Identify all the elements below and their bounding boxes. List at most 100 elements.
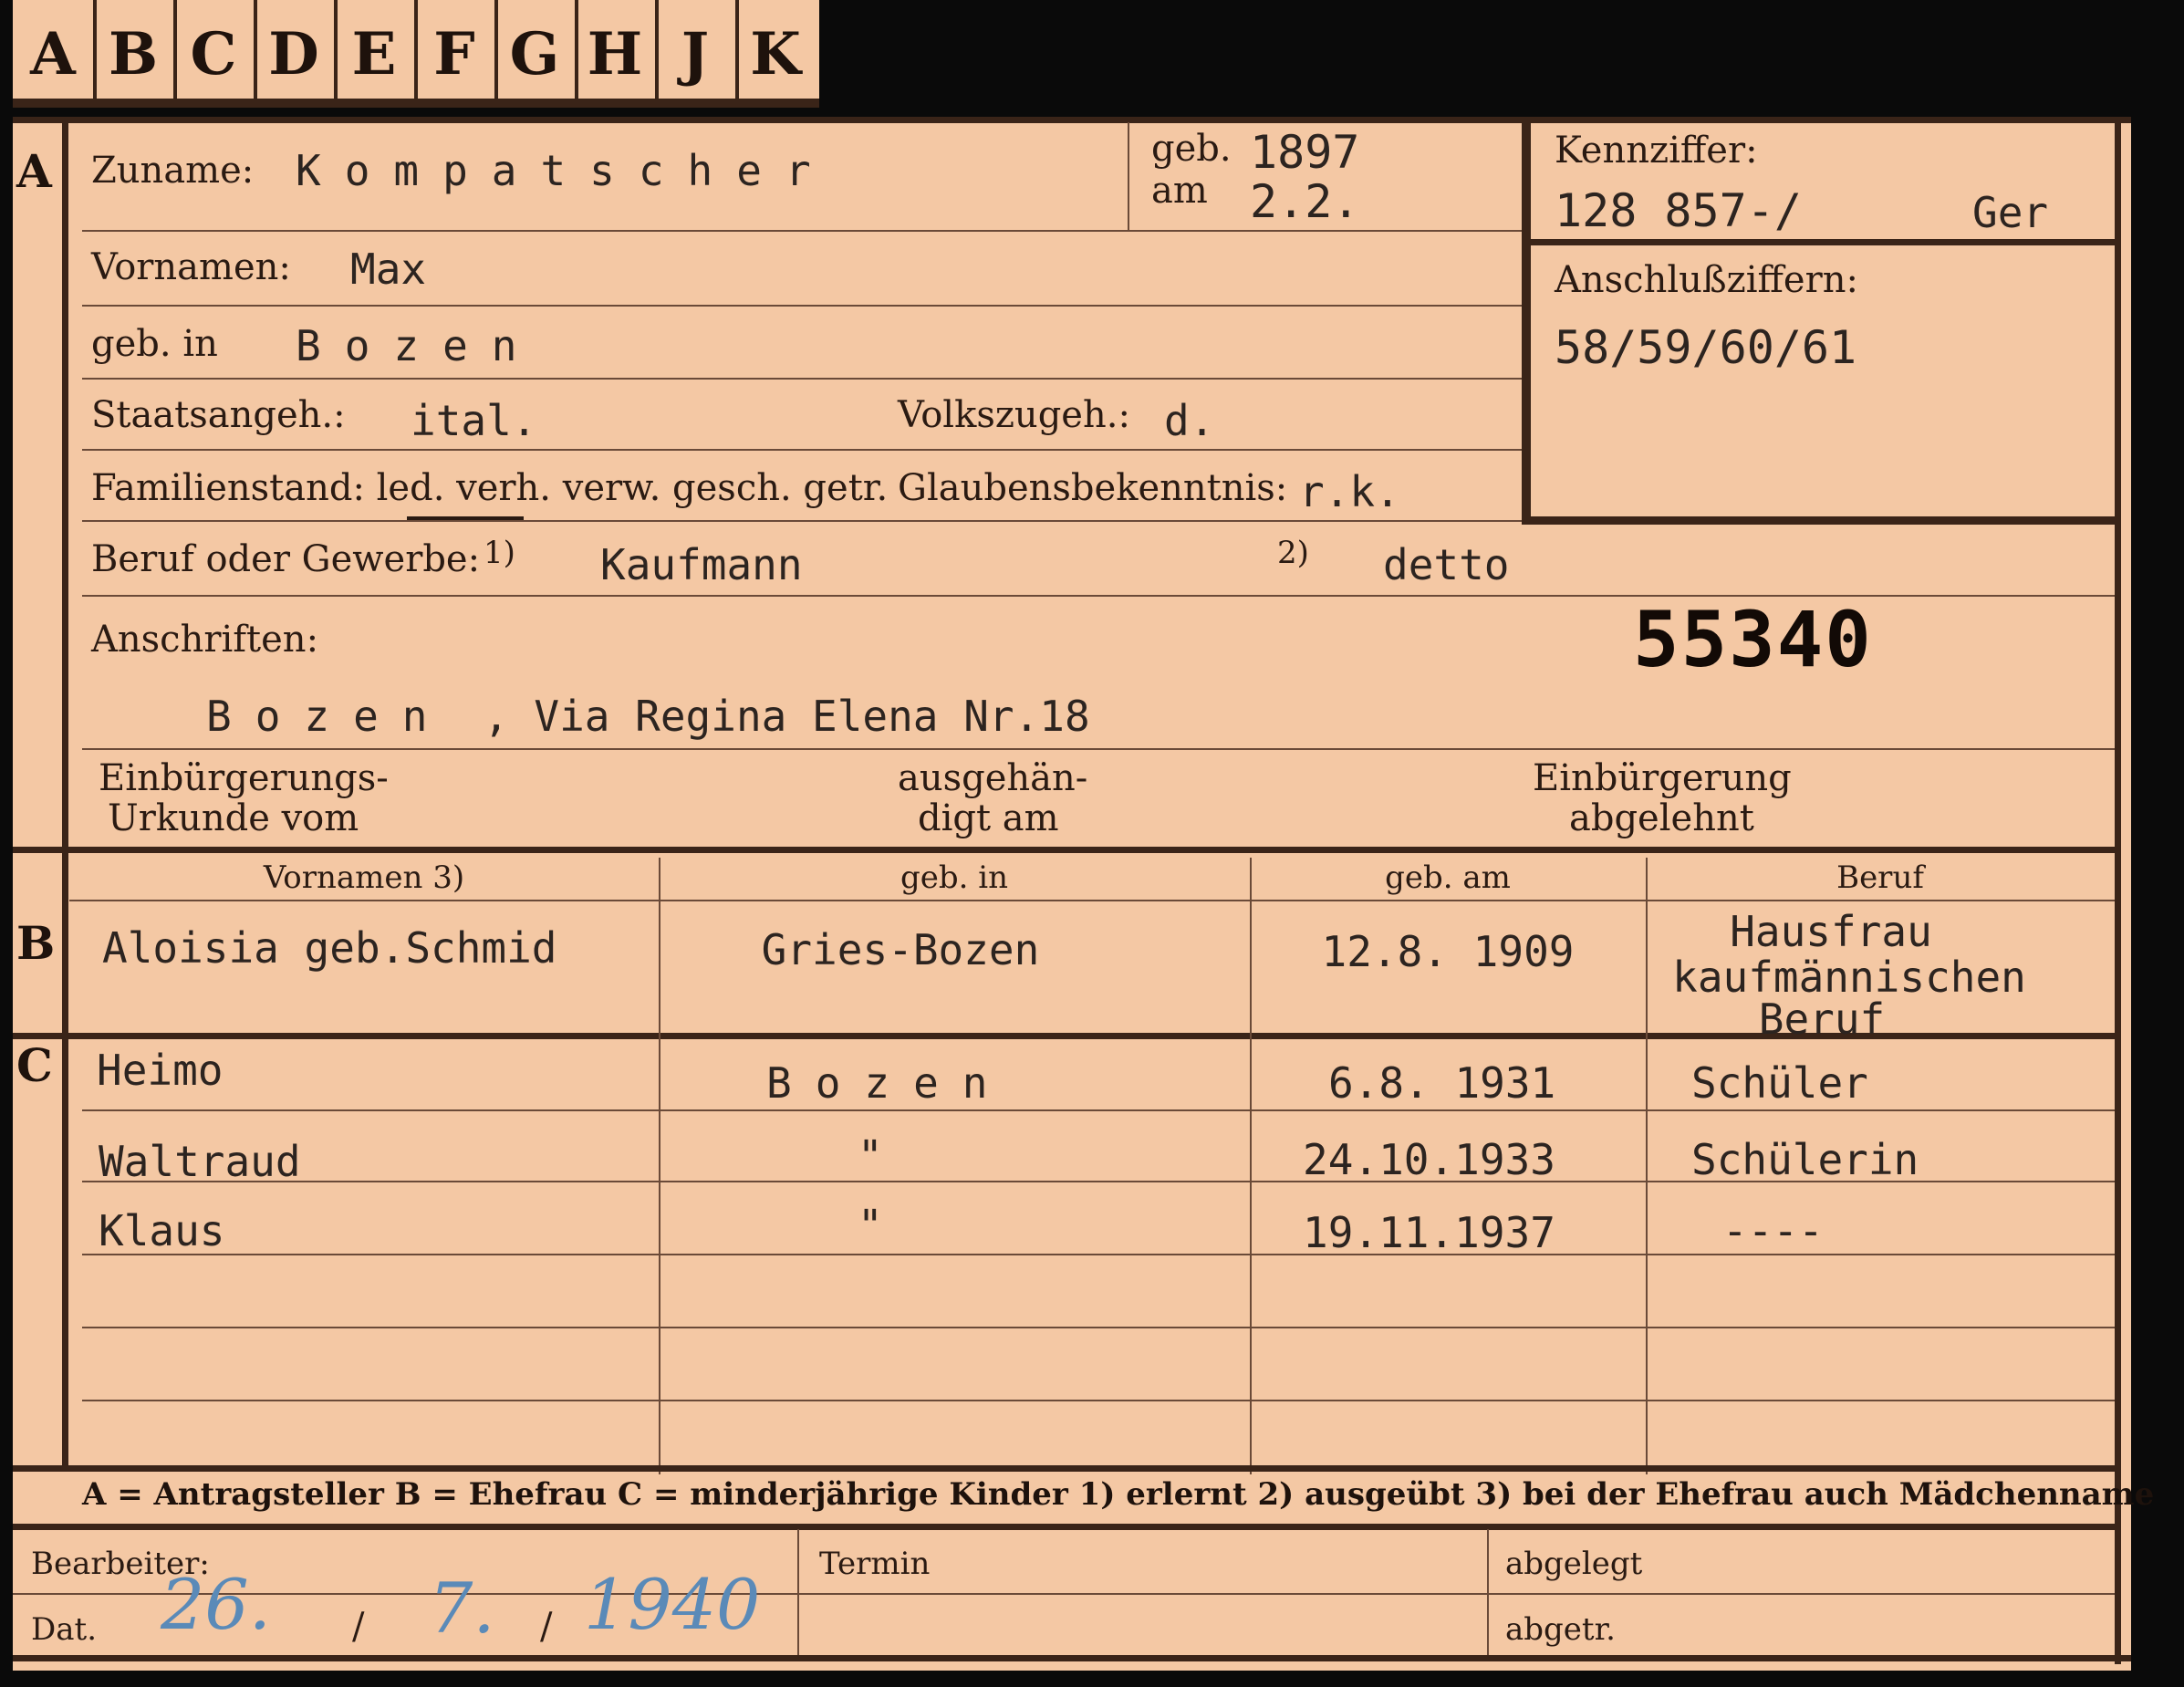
kennziffer-divider (1522, 239, 2115, 245)
rule-legend-bottom (13, 1524, 2115, 1530)
date-separator-2: / (540, 1606, 553, 1648)
beruf-value-erlernt: Kaufmann (600, 540, 803, 589)
einbuergerungsurkunde-label-1: Einbürgerungs- (99, 757, 389, 799)
glaubens-label: Glaubensbekenntnis: (898, 467, 1288, 509)
tab-a[interactable]: A (13, 0, 97, 108)
tab-b[interactable]: B (93, 0, 177, 108)
volks-label: Volkszugeh.: (898, 394, 1130, 436)
rule-familien (82, 520, 1522, 522)
rule-c-row-1 (82, 1109, 2115, 1111)
header-gebin: geb. in (900, 859, 1009, 896)
header-gebam: geb. am (1385, 859, 1511, 896)
kennziffer-suffix: Ger (1972, 188, 2049, 237)
child-2-gebam: 24.10.1933 (1303, 1135, 1555, 1184)
tab-c[interactable]: C (173, 0, 257, 108)
kennziffer-box-left (1522, 122, 1531, 524)
rule-b-header (69, 900, 2115, 901)
tab-h[interactable]: H (575, 0, 659, 108)
card-top-border (13, 117, 2131, 123)
child-3-name: Klaus (99, 1206, 225, 1255)
rule-c-row-5 (82, 1400, 2115, 1401)
anschluss-label: Anschlußziffern: (1555, 259, 1858, 301)
geb-year: 1897 (1250, 126, 1360, 179)
zuname-value: Kompatscher (296, 146, 835, 195)
rule-section-a-end (13, 847, 2115, 853)
geb-label: geb. (1151, 128, 1232, 170)
dat-label: Dat. (31, 1611, 98, 1648)
header-vornamen: Vornamen 3) (263, 859, 465, 896)
beruf-value-ausgeuebt: detto (1383, 540, 1510, 589)
tab-e[interactable]: E (334, 0, 418, 108)
child-3-beruf: ---- (1722, 1206, 1824, 1255)
child-3-gebam: 19.11.1937 (1303, 1208, 1555, 1257)
tab-j[interactable]: J (655, 0, 739, 108)
section-b-marker: B (16, 916, 56, 970)
child-2-gebin: " (858, 1131, 883, 1181)
abgelegt-label: abgelegt (1505, 1546, 1643, 1582)
staats-label: Staatsangeh.: (91, 394, 346, 436)
tab-strip-edge (13, 99, 819, 108)
address-street: , Via Regina Elena Nr.18 (484, 692, 1090, 741)
rule-staats (82, 449, 1522, 451)
legend: A = Antragsteller B = Ehefrau C = minder… (82, 1476, 2155, 1513)
tab-d[interactable]: D (254, 0, 338, 108)
beruf-label: Beruf oder Gewerbe: (91, 538, 481, 580)
beruf-note-2: 2) (1277, 535, 1309, 571)
wife-beruf-line-1: Hausfrau (1730, 907, 1932, 956)
kennziffer-box-bottom (1522, 516, 2115, 525)
alphabet-tab-strip: A B C D E F G H J K (13, 0, 819, 108)
section-a-marker: A (16, 144, 52, 198)
glaubens-value: r.k. (1299, 467, 1400, 516)
beruf-note-1: 1) (484, 535, 515, 571)
verh-underline (407, 516, 524, 520)
rule-legend-top (13, 1465, 2115, 1472)
card-bottom-border (13, 1655, 2131, 1661)
rule-zuname (82, 230, 1522, 232)
rule-anschriften (82, 748, 2115, 750)
rule-vornamen (82, 305, 1522, 307)
staats-value: ital. (411, 396, 537, 445)
section-marker-divider (62, 117, 68, 1472)
rule-gebin (82, 378, 1522, 380)
rule-footer-mid (13, 1593, 2115, 1595)
wife-beruf-line-3: Beruf (1758, 994, 1886, 1044)
child-1-gebam: 6.8. 1931 (1328, 1058, 1556, 1108)
kennziffer-value: 128 857-/ (1555, 184, 1802, 237)
geb-divider (1128, 122, 1129, 230)
card-right-border (2115, 122, 2121, 1664)
kennziffer-label: Kennziffer: (1555, 130, 1758, 172)
termin-label: Termin (819, 1546, 931, 1582)
abgetr-label: abgetr. (1505, 1611, 1616, 1648)
child-1-name: Heimo (97, 1046, 224, 1095)
familienstand-label: Familienstand: led. verh. verw. gesch. g… (91, 467, 889, 509)
wife-gebin: Gries-Bozen (761, 925, 1040, 974)
am-label: am (1151, 170, 1208, 212)
handwritten-date-month: 7. (429, 1567, 495, 1649)
gebin-label: geb. in (91, 323, 218, 365)
tab-f[interactable]: F (414, 0, 498, 108)
header-beruf: Beruf (1836, 859, 1924, 896)
gebin-value: Bozen (296, 321, 541, 370)
child-2-beruf: Schülerin (1691, 1135, 1919, 1184)
child-3-gebin: " (858, 1201, 883, 1250)
rule-c-row-4 (82, 1327, 2115, 1328)
wife-gebam: 12.8. 1909 (1321, 927, 1575, 976)
ausgehaendigt-label-2: digt am (918, 797, 1059, 839)
geb-day: 2.2. (1250, 175, 1360, 228)
child-1-gebin: Bozen (766, 1058, 1012, 1108)
child-2-name: Waltraud (99, 1137, 301, 1186)
vornamen-value: Max (350, 245, 427, 294)
handwritten-date-day: 26. (161, 1564, 271, 1645)
section-c-marker: C (16, 1038, 53, 1092)
volks-value: d. (1164, 396, 1215, 445)
child-1-beruf: Schüler (1691, 1058, 1868, 1108)
wife-vornamen: Aloisia geb.Schmid (102, 923, 557, 973)
einbuergerung-abgelehnt-label-2: abgelehnt (1569, 797, 1754, 839)
tab-g[interactable]: G (494, 0, 578, 108)
einbuergerung-abgelehnt-label-1: Einbürgerung (1533, 757, 1792, 799)
anschriften-label: Anschriften: (91, 619, 319, 661)
tab-k[interactable]: K (735, 0, 816, 108)
address-city: Bozen (206, 692, 452, 741)
einbuergerungsurkunde-label-2: Urkunde vom (108, 797, 359, 839)
zuname-label: Zuname: (91, 150, 255, 192)
